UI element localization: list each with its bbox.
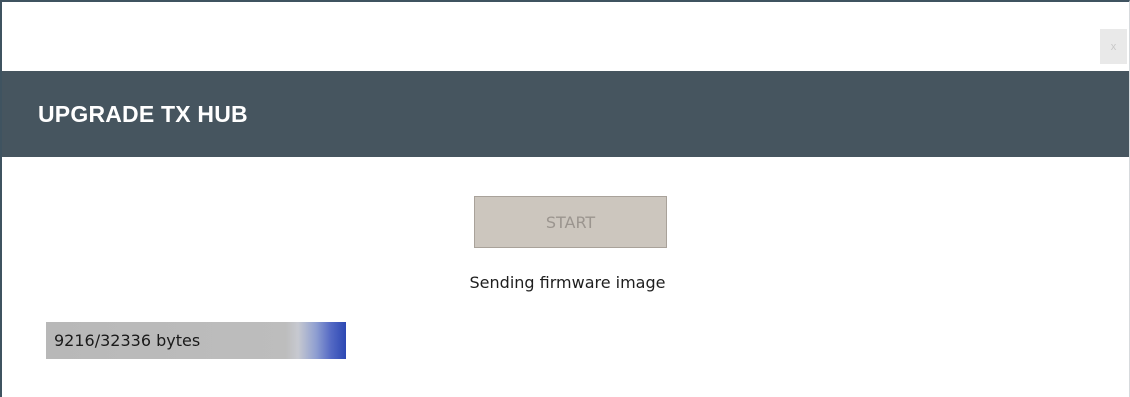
header-bar: UPGRADE TX HUB: [2, 71, 1129, 157]
progress-label: 9216/32336 bytes: [54, 331, 201, 350]
close-icon: x: [1110, 40, 1117, 53]
upgrade-dialog: x UPGRADE TX HUB START Sending firmware …: [0, 0, 1130, 397]
progress-bar: 9216/32336 bytes: [46, 322, 346, 359]
status-message: Sending firmware image: [469, 273, 666, 292]
close-button[interactable]: x: [1100, 29, 1127, 64]
dialog-title: UPGRADE TX HUB: [38, 100, 248, 127]
start-button-label: START: [545, 212, 596, 232]
start-button[interactable]: START: [474, 196, 667, 248]
